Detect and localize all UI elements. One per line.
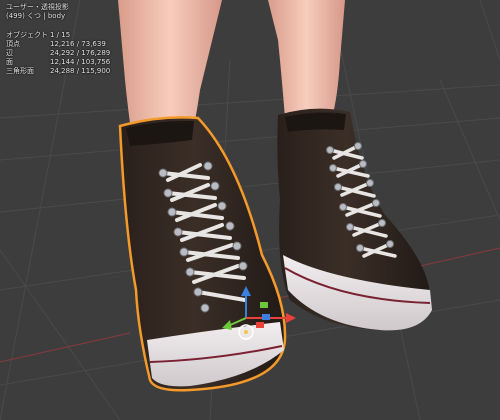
stat-label: 頂点 xyxy=(6,40,20,48)
move-arrow-x-icon[interactable] xyxy=(286,313,296,323)
x-axis-line-left xyxy=(0,332,131,363)
stat-label: 三角形面 xyxy=(6,67,34,75)
stat-label: 辺 xyxy=(6,49,13,57)
stat-label: 面 xyxy=(6,58,13,66)
stat-value: 12,216 / 73,639 xyxy=(50,40,106,48)
view-name-label: ユーザー・透視投影 xyxy=(6,3,69,11)
stat-value: 1 / 15 xyxy=(50,31,71,39)
stat-value: 12,144 / 103,756 xyxy=(50,58,111,66)
right-leg xyxy=(268,0,345,118)
3d-viewport[interactable]: ユーザー・透視投影 (499) くつ | body オブジェクト 1 / 15 … xyxy=(0,0,500,420)
stat-label: オブジェクト xyxy=(6,31,48,39)
left-shoe xyxy=(118,116,287,392)
stat-value: 24,288 / 115,900 xyxy=(50,67,111,75)
object-info-label: (499) くつ | body xyxy=(6,12,66,20)
stat-value: 24,292 / 176,289 xyxy=(50,49,111,57)
right-shoe xyxy=(277,108,432,331)
